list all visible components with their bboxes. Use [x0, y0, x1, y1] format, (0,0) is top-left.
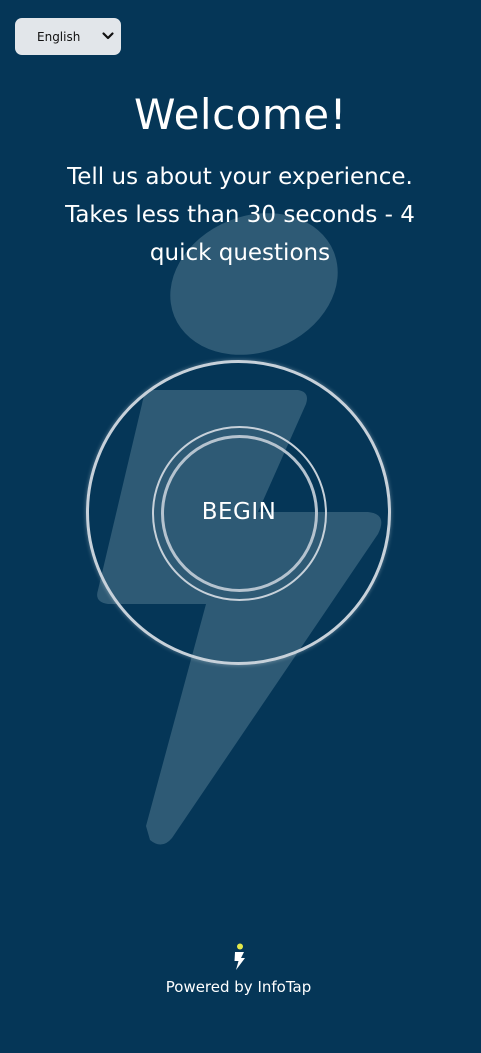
language-select[interactable]: English — [15, 18, 121, 55]
infotap-bolt-icon — [234, 943, 245, 970]
welcome-subtitle: Tell us about your experience. Takes les… — [65, 164, 415, 266]
language-select-value: English — [37, 29, 81, 44]
begin-button-label: BEGIN — [201, 498, 277, 525]
chevron-down-icon — [102, 32, 114, 40]
powered-by-text: Powered by InfoTap — [165, 978, 312, 996]
survey-welcome-screen: English Welcome! Tell us about your expe… — [0, 0, 481, 1053]
welcome-title: Welcome! — [134, 90, 347, 139]
begin-button[interactable]: BEGIN — [161, 435, 318, 592]
